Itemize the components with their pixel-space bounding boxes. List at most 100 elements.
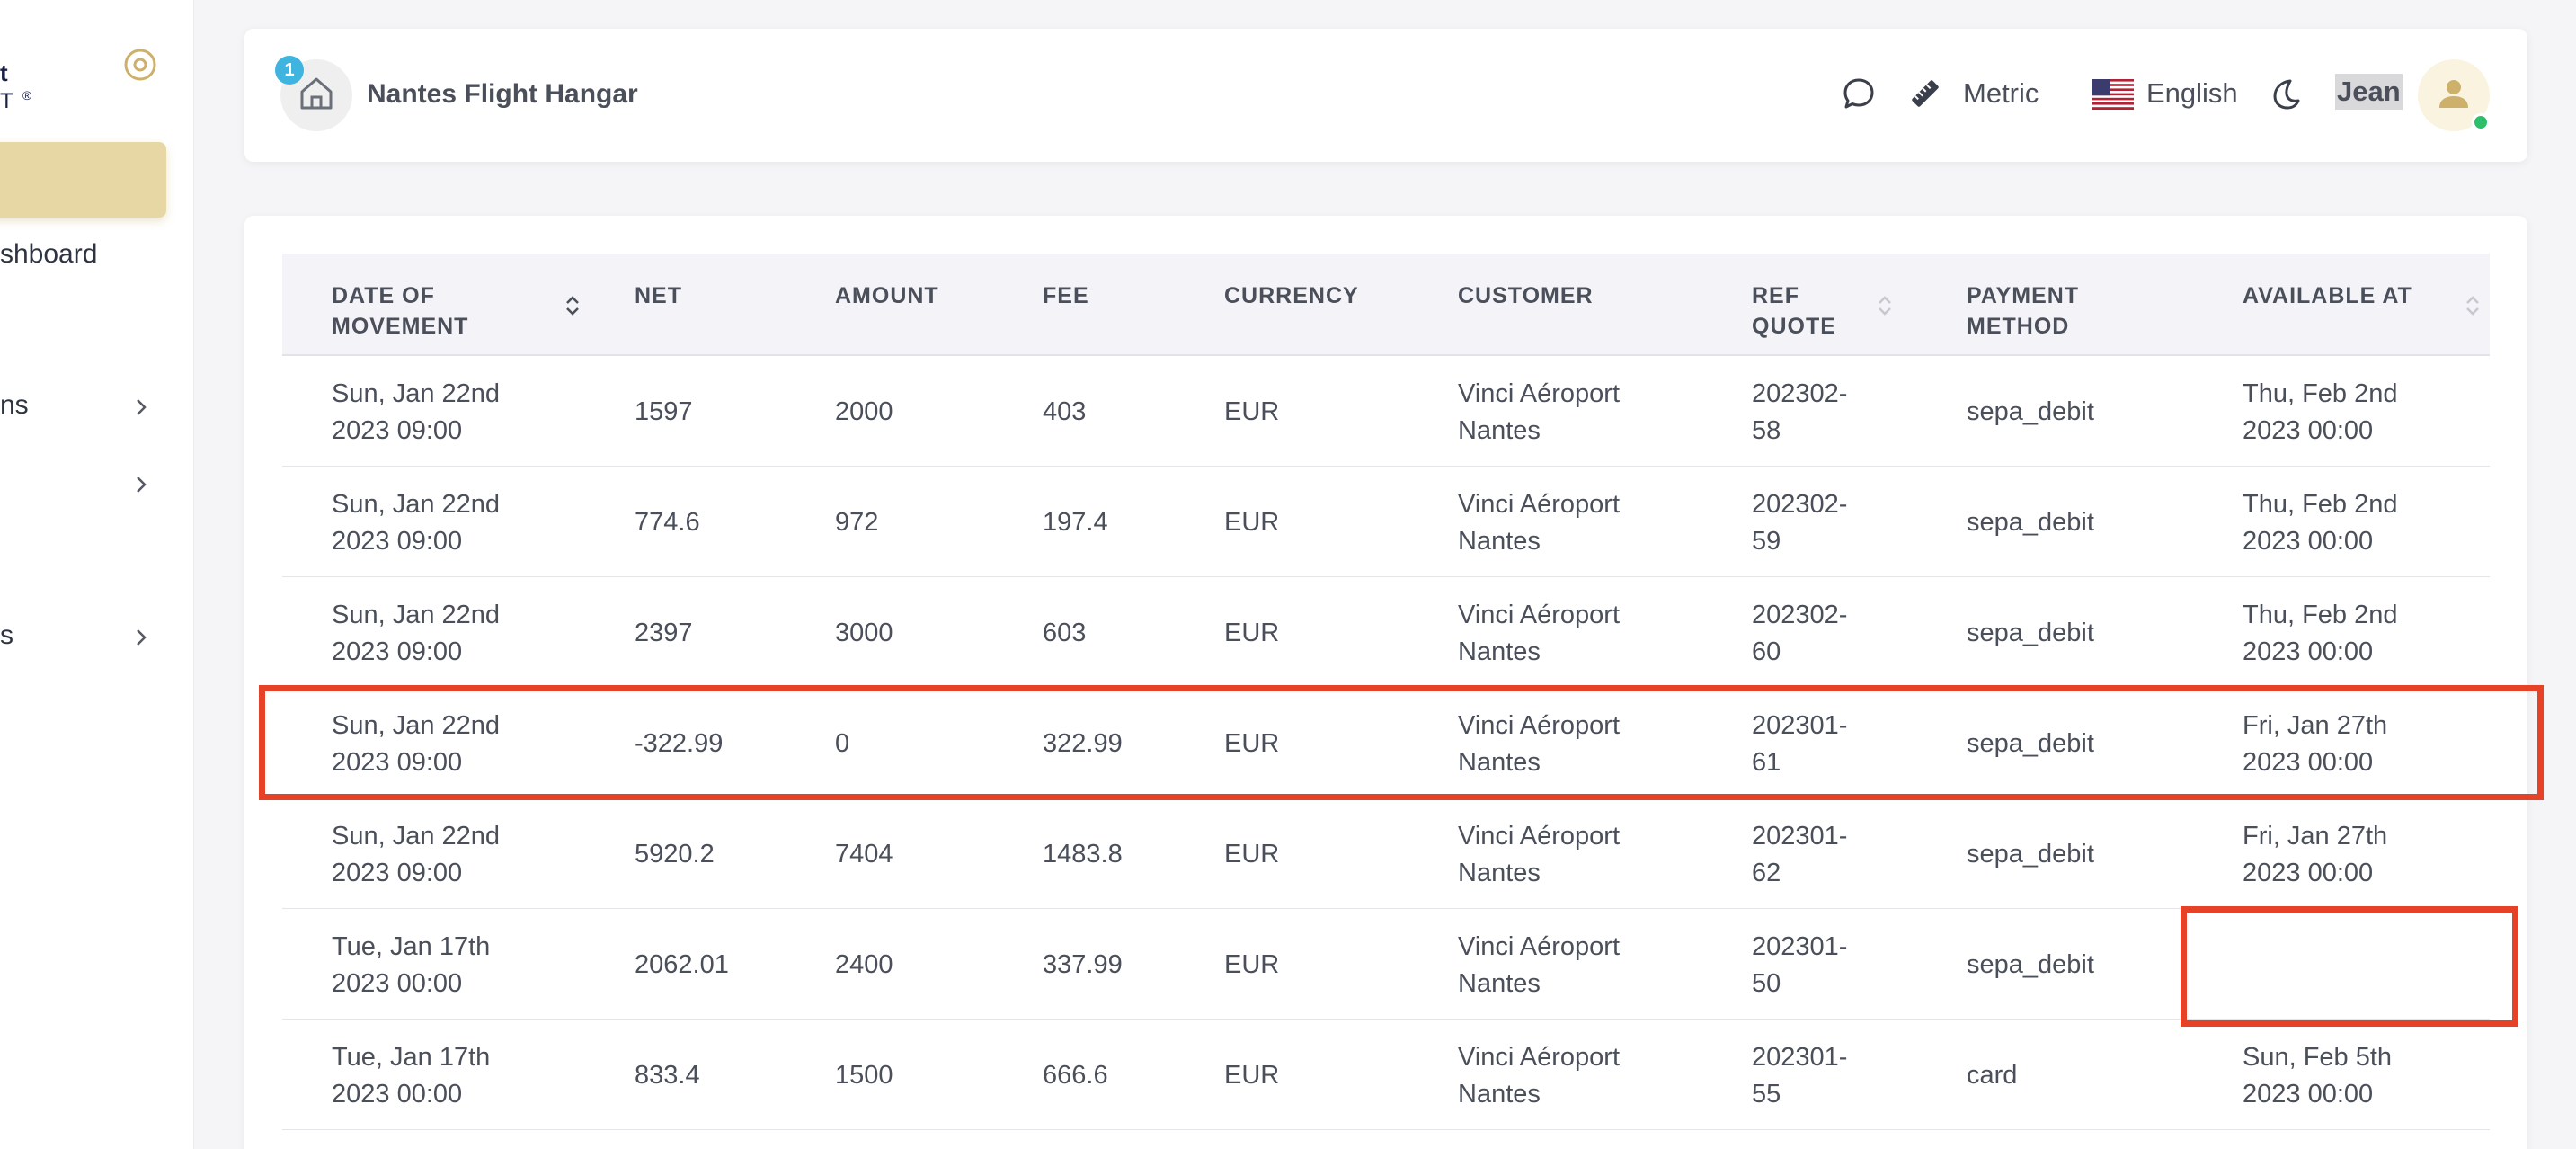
cell-net: 774.6 — [635, 508, 700, 537]
cell-available-at: Fri, Jan 27th 2023 00:00 — [2243, 822, 2388, 887]
cell-payment-method: sepa_debit — [1967, 508, 2094, 537]
cell-ref-quote: 202302- 59 — [1752, 490, 1848, 556]
cell-date: Tue, Jan 17th 2023 00:00 — [332, 932, 491, 998]
sidebar-item-active[interactable] — [0, 142, 166, 218]
cell-customer: Vinci Aéroport Nantes — [1458, 822, 1621, 887]
sidebar-toggle-icon[interactable] — [122, 47, 158, 83]
cell-amount: 3000 — [835, 619, 893, 647]
online-status-dot — [2472, 113, 2490, 131]
language-selector[interactable]: English — [2146, 77, 2238, 110]
home-icon — [297, 74, 336, 118]
hangar-name[interactable]: Nantes Flight Hangar — [367, 79, 638, 110]
sidebar-item-dashboard[interactable]: shboard — [0, 239, 97, 270]
table-row[interactable]: Sun, Jan 22nd 2023 09:00 774.6 972 197.4 … — [282, 467, 2490, 577]
table-row[interactable]: Sun, Jan 22nd 2023 09:00 2397 3000 603 EU… — [282, 577, 2490, 688]
cell-amount: 972 — [835, 508, 879, 537]
cell-payment-method: card — [1967, 1061, 2018, 1090]
cell-payment-method: sepa_debit — [1967, 840, 2094, 868]
cell-payment-method: sepa_debit — [1967, 619, 2094, 647]
cell-amount: 7404 — [835, 840, 893, 868]
column-header-customer: CUSTOMER — [1458, 283, 1594, 308]
cell-fee: 197.4 — [1043, 508, 1108, 537]
cell-customer: Vinci Aéroport Nantes — [1458, 1043, 1621, 1109]
column-header-date[interactable]: DATE OF MOVEMENT — [332, 281, 529, 342]
cell-currency: EUR — [1224, 1061, 1280, 1090]
cell-net: 2062.01 — [635, 950, 729, 979]
cell-fee: 603 — [1043, 619, 1087, 647]
cell-customer: Vinci Aéroport Nantes — [1458, 932, 1621, 998]
cell-available-at: Thu, Feb 2nd 2023 00:00 — [2243, 490, 2398, 556]
sidebar-item-settings[interactable]: s — [0, 620, 13, 651]
sort-arrows-icon[interactable] — [1875, 289, 1895, 322]
cell-customer: Vinci Aéroport Nantes — [1458, 379, 1621, 445]
user-icon — [2434, 74, 2474, 118]
column-header-payment-method: PAYMENT METHOD — [1967, 283, 2080, 339]
column-header-available-at[interactable]: AVAILABLE AT — [2243, 281, 2412, 311]
cell-payment-method: sepa_debit — [1967, 950, 2094, 979]
cell-ref-quote: 202301- 62 — [1752, 822, 1848, 887]
user-name[interactable]: Jean — [2335, 74, 2403, 110]
cell-customer: Vinci Aéroport Nantes — [1458, 601, 1621, 666]
chevron-right-icon[interactable] — [131, 628, 151, 647]
sidebar-item-missions[interactable]: ns — [0, 390, 29, 421]
sort-arrows-icon[interactable] — [563, 289, 582, 322]
cell-currency: EUR — [1224, 508, 1280, 537]
cell-customer: Vinci Aéroport Nantes — [1458, 490, 1621, 556]
cell-date: Sun, Jan 22nd 2023 09:00 — [332, 601, 501, 666]
cell-payment-method: sepa_debit — [1967, 397, 2094, 426]
cell-amount: 2000 — [835, 397, 893, 426]
cell-fee: 403 — [1043, 397, 1087, 426]
moon-icon[interactable] — [2267, 76, 2303, 111]
cell-ref-quote: 202301- 55 — [1752, 1043, 1848, 1109]
cell-amount: 1500 — [835, 1061, 893, 1090]
cell-net: 1597 — [635, 397, 693, 426]
cell-date: Sun, Jan 22nd 2023 09:00 — [332, 490, 501, 556]
cell-date: Tue, Jan 17th 2023 00:00 — [332, 1043, 491, 1109]
cell-currency: EUR — [1224, 619, 1280, 647]
cell-available-at: Thu, Feb 2nd 2023 00:00 — [2243, 379, 2398, 445]
table-row[interactable]: Tue, Jan 17th 2023 00:00 833.4 1500 666.6… — [282, 1020, 2490, 1130]
column-header-currency: CURRENCY — [1224, 283, 1359, 308]
column-header-ref-quote[interactable]: REF QUOTE — [1752, 281, 1842, 342]
top-header: 1 Nantes Flight Hangar Metric English Je… — [244, 29, 2527, 162]
cell-available-at: Sun, Feb 5th 2023 00:00 — [2243, 1043, 2393, 1109]
brand-logo-top: t — [0, 59, 8, 86]
cell-currency: EUR — [1224, 840, 1280, 868]
cell-available-at: Thu, Feb 2nd 2023 00:00 — [2243, 601, 2398, 666]
ruler-icon[interactable] — [1907, 76, 1943, 111]
notification-badge[interactable]: 1 — [275, 56, 304, 85]
cell-fee: 1483.8 — [1043, 840, 1123, 868]
table-header-row: DATE OF MOVEMENT NET AMOUNT FEE CURRENCY… — [282, 254, 2490, 356]
us-flag-icon[interactable] — [2092, 79, 2134, 110]
table-row[interactable]: Tue, Jan 17th 2023 00:00 2062.01 2400 337… — [282, 909, 2490, 1020]
table-row[interactable]: Sun, Jan 22nd 2023 09:00 1597 2000 403 EU… — [282, 356, 2490, 467]
cell-amount: 2400 — [835, 950, 893, 979]
table-row[interactable]: Sun, Jan 22nd 2023 09:00 5920.2 7404 1483… — [282, 798, 2490, 909]
cell-date: Sun, Jan 22nd 2023 09:00 — [332, 822, 501, 887]
annotation-highlight-row — [259, 685, 2544, 800]
units-selector[interactable]: Metric — [1963, 77, 2039, 110]
chevron-right-icon[interactable] — [131, 397, 151, 417]
cell-net: 833.4 — [635, 1061, 700, 1090]
column-header-amount: AMOUNT — [835, 283, 939, 308]
cell-currency: EUR — [1224, 950, 1280, 979]
brand-logo-letter: T — [0, 89, 15, 113]
cell-date: Sun, Jan 22nd 2023 09:00 — [332, 379, 501, 445]
cell-fee: 337.99 — [1043, 950, 1123, 979]
chat-bubble-icon[interactable] — [1841, 76, 1877, 111]
sort-arrows-icon[interactable] — [2463, 289, 2483, 322]
brand-registered-mark: ® — [22, 88, 34, 102]
cell-ref-quote: 202302- 58 — [1752, 379, 1848, 445]
chevron-right-icon[interactable] — [131, 475, 151, 494]
cell-net: 5920.2 — [635, 840, 715, 868]
cell-fee: 666.6 — [1043, 1061, 1108, 1090]
sidebar: t T ® shboard ns s — [0, 0, 194, 1149]
brand-logo-bottom: T ® — [0, 88, 33, 114]
annotation-highlight-cell — [2181, 906, 2518, 1027]
column-header-net: NET — [635, 283, 682, 308]
cell-net: 2397 — [635, 619, 693, 647]
cell-ref-quote: 202301- 50 — [1752, 932, 1848, 998]
cell-ref-quote: 202302- 60 — [1752, 601, 1848, 666]
cell-currency: EUR — [1224, 397, 1280, 426]
column-header-fee: FEE — [1043, 283, 1089, 308]
